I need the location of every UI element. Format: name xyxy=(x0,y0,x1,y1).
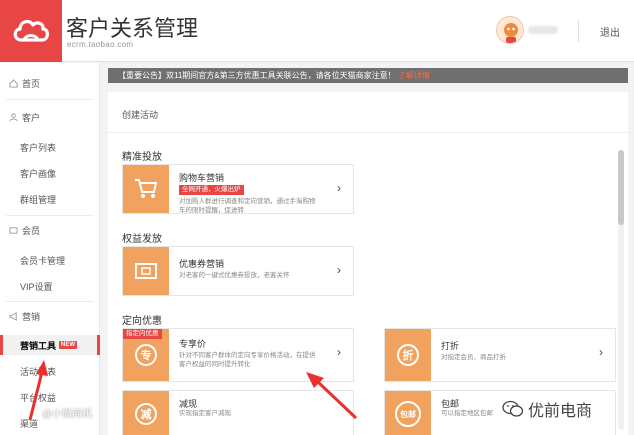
free-shipping-icon: 包邮 xyxy=(385,391,431,435)
sidebar-item-home[interactable]: 首页 xyxy=(0,73,100,93)
watermark-left: @小微商机 xyxy=(42,409,93,420)
breadcrumb: 创建活动 xyxy=(122,110,159,120)
sidebar-item-marketing-tools[interactable]: 营销工具 NEW xyxy=(0,335,100,355)
card-title: 优惠券营销 xyxy=(179,259,225,269)
section-title-targeted: 定向优惠 xyxy=(122,316,162,327)
sidebar-group-marketing[interactable]: 营销 xyxy=(0,306,100,326)
app-title: 客户关系管理 xyxy=(66,16,199,41)
card-description: 对老客的一键式优惠券投放，老客关怀 xyxy=(179,272,290,279)
sidebar-divider xyxy=(6,99,94,100)
scrollbar[interactable] xyxy=(618,150,624,430)
logout-link[interactable]: 退出 xyxy=(600,24,620,39)
card-description: 对指定会员、商品打折 xyxy=(441,354,506,361)
page: 客户关系管理 ecrm.taobao.com 退出 首页 客户 客户列表 客户画… xyxy=(0,0,634,435)
home-icon xyxy=(8,78,18,88)
card-title: 专享价 xyxy=(179,339,207,349)
watermark-right-text: 优前电商 xyxy=(528,403,593,420)
chevron-right-icon: › xyxy=(337,263,341,277)
user-icon xyxy=(8,112,18,122)
watermark-right: 优前电商 xyxy=(502,397,592,421)
sidebar-group-customer[interactable]: 客户 xyxy=(0,107,100,127)
top-header: 客户关系管理 ecrm.taobao.com 退出 xyxy=(0,0,634,62)
megaphone-icon xyxy=(8,311,18,321)
cart-icon xyxy=(123,165,169,213)
sidebar-item-group-management[interactable]: 群组管理 xyxy=(0,189,100,209)
sidebar-group-member[interactable]: 会员 xyxy=(0,220,100,240)
scrollbar-thumb[interactable] xyxy=(618,150,624,225)
avatar[interactable] xyxy=(496,16,524,44)
sidebar-item-platform-rights[interactable]: 平台权益 xyxy=(0,387,100,407)
sidebar-item-customer-profile[interactable]: 客户画像 xyxy=(0,163,100,183)
section-title-rights: 权益发放 xyxy=(122,234,162,245)
card-badge: 指定内优惠 xyxy=(123,329,162,339)
sidebar-item-vip-settings[interactable]: VIP设置 xyxy=(0,276,100,296)
card-discount[interactable]: 折 打折 对指定会员、商品打折 › xyxy=(384,328,616,382)
card-description: 实现指定客户减现 xyxy=(179,410,231,417)
avatar-icon xyxy=(504,23,518,43)
main-panel: 创建活动 精准投放 权益发放 定向优惠 购物车营销 全网开通，火爆出炉 对加购人… xyxy=(108,92,628,435)
sidebar-item-customer-list[interactable]: 客户列表 xyxy=(0,137,100,157)
sidebar-divider xyxy=(6,301,94,302)
sidebar-item-activity-list[interactable]: 活动列表 xyxy=(0,361,100,381)
coupon-icon xyxy=(123,247,169,295)
card-description: 针对不同客户群体的定向专享价格活动，在提供客户权益的同时提升转化 xyxy=(179,352,316,368)
card-description: 对加购人群进行调查和定向营销，通过手淘购物车的限时提醒，促进转 xyxy=(179,198,316,214)
announcement-text: 【重要公告】双11期间官方&第三方优惠工具关联公告，请各位天猫商家注意！ xyxy=(118,71,396,80)
discount-icon: 折 xyxy=(385,329,431,381)
card-exclusive-price[interactable]: 专 指定内优惠 专享价 针对不同客户群体的定向专享价格活动，在提供客户权益的同时… xyxy=(122,328,354,382)
chevron-right-icon: › xyxy=(337,181,341,195)
card-badge: 全网开通，火爆出炉 xyxy=(179,185,244,195)
cloud-logo-icon xyxy=(13,19,49,42)
header-divider xyxy=(578,20,579,42)
sidebar-item-member-card[interactable]: 会员卡管理 xyxy=(0,250,100,270)
card-title: 购物车营销 xyxy=(179,173,225,183)
section-title-precision: 精准投放 xyxy=(122,152,162,163)
sidebar-divider xyxy=(6,215,94,216)
brand-logo[interactable] xyxy=(0,0,62,62)
sidebar-item-label: 首页 xyxy=(22,78,41,89)
sidebar-item-label: 会员 xyxy=(22,225,41,236)
announcement-link[interactable]: 了解详情 xyxy=(398,71,430,80)
announcement-bar: 【重要公告】双11期间官方&第三方优惠工具关联公告，请各位天猫商家注意！ 了解详… xyxy=(108,68,628,83)
chevron-right-icon: › xyxy=(599,345,603,359)
app-subtitle: ecrm.taobao.com xyxy=(67,40,134,49)
sidebar: 首页 客户 客户列表 客户画像 群组管理 会员 会员卡管理 VIP设置 营销 营… xyxy=(0,63,100,435)
card-cart-marketing[interactable]: 购物车营销 全网开通，火爆出炉 对加购人群进行调查和定向营销，通过手淘购物车的限… xyxy=(122,164,354,214)
chevron-right-icon: › xyxy=(337,345,341,359)
card-icon xyxy=(8,225,18,235)
sidebar-item-label: 营销 xyxy=(22,311,41,322)
username-blurred xyxy=(528,26,558,34)
card-cashback[interactable]: 减 减现 实现指定客户减现 xyxy=(122,390,354,435)
sidebar-item-label: 客户 xyxy=(22,112,41,123)
wechat-icon xyxy=(502,400,524,417)
sidebar-item-label: 营销工具 xyxy=(20,340,57,351)
breadcrumb-divider xyxy=(108,132,628,133)
cashback-icon: 减 xyxy=(123,391,169,435)
new-badge: NEW xyxy=(59,341,78,349)
card-coupon-marketing[interactable]: 优惠券营销 对老客的一键式优惠券投放，老客关怀 › xyxy=(122,246,354,296)
card-title: 打折 xyxy=(441,341,460,351)
